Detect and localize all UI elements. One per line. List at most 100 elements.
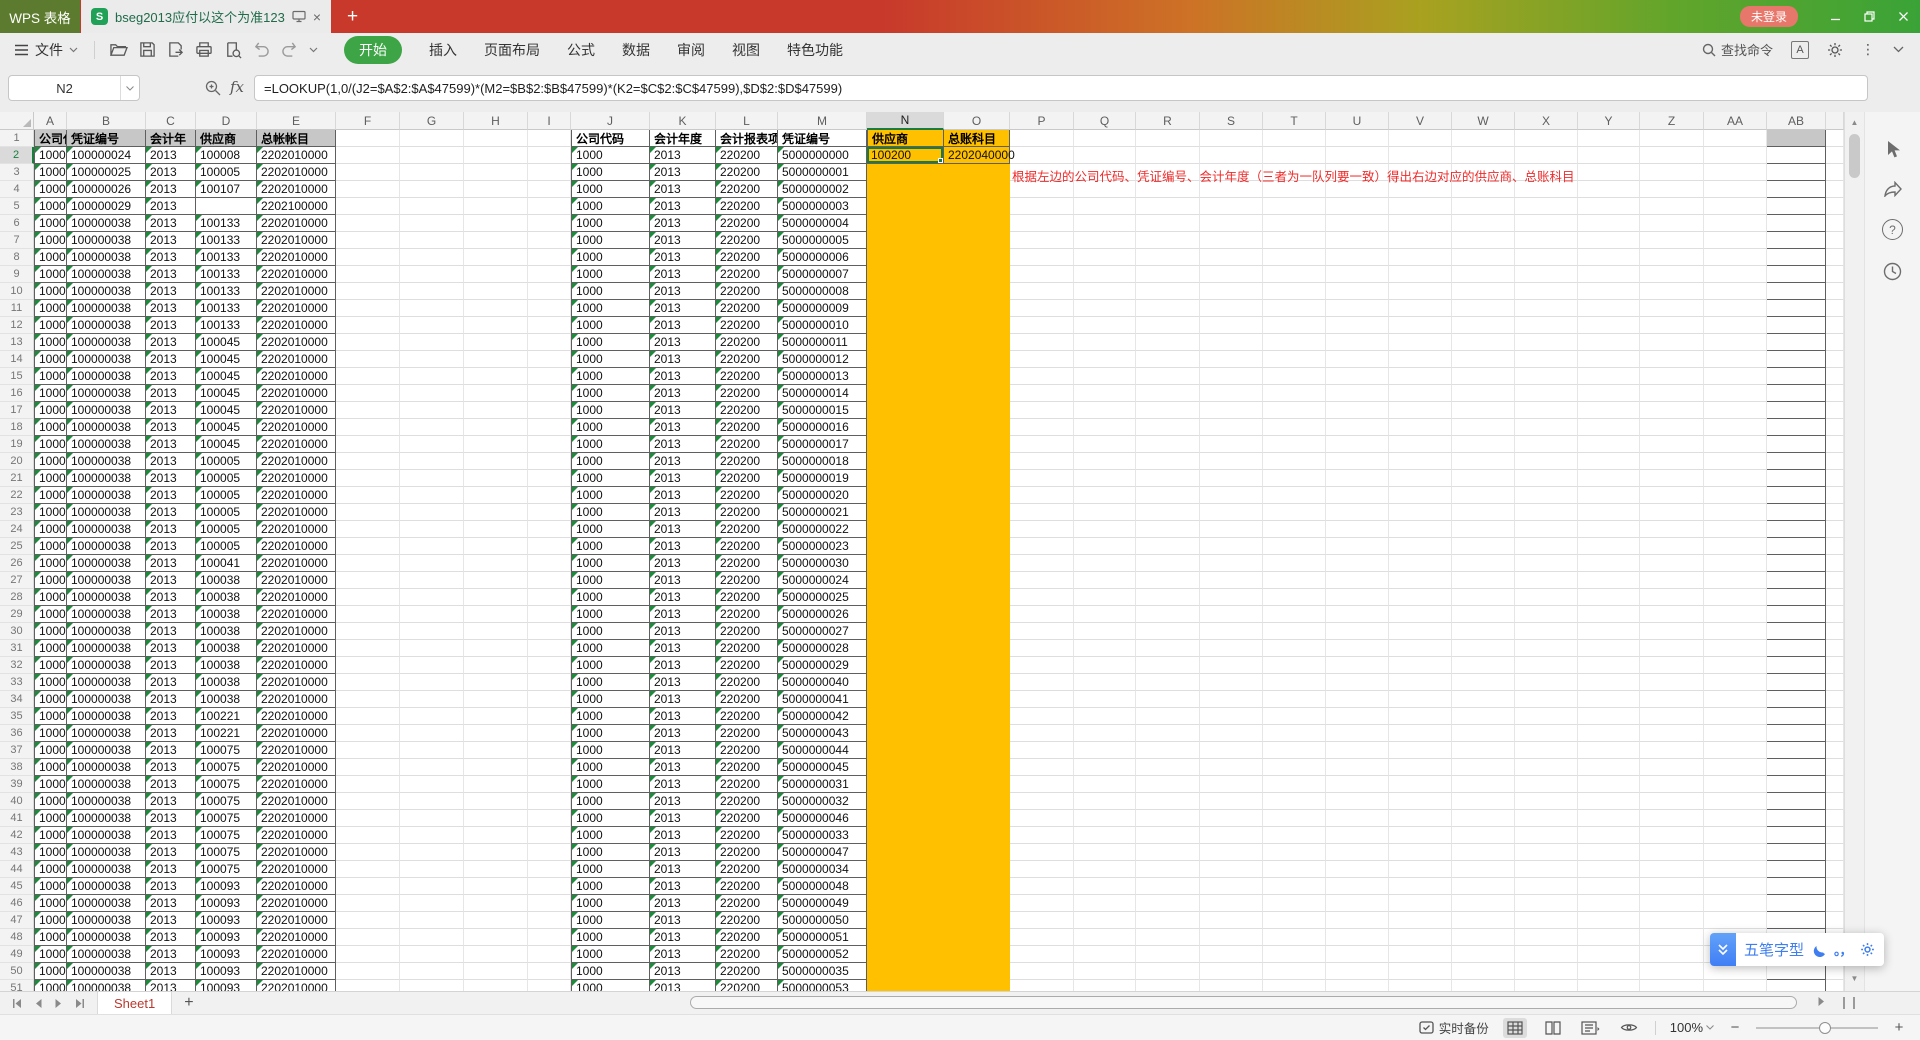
row-header-14[interactable]: 14 <box>0 351 34 368</box>
cell-partial-46[interactable] <box>1826 895 1844 912</box>
cell-G20[interactable] <box>400 453 464 470</box>
column-header-Z[interactable]: Z <box>1640 112 1704 130</box>
cell-I39[interactable] <box>528 776 571 793</box>
cell-Z19[interactable] <box>1640 436 1704 453</box>
cell-S8[interactable] <box>1200 249 1263 266</box>
cell-M13[interactable]: 5000000011 <box>778 334 867 351</box>
cell-AB10[interactable] <box>1767 283 1826 300</box>
cell-U47[interactable] <box>1326 912 1389 929</box>
cell-C6[interactable]: 2013 <box>146 215 196 232</box>
cell-D42[interactable]: 100075 <box>196 827 257 844</box>
cell-B29[interactable]: 100000038 <box>67 606 146 623</box>
cell-E29[interactable]: 2202010000 <box>257 606 336 623</box>
cell-O36[interactable] <box>944 725 1010 742</box>
cell-AA10[interactable] <box>1704 283 1767 300</box>
ime-punctuation-icon[interactable]: 。， <box>1834 940 1852 959</box>
cell-H10[interactable] <box>464 283 528 300</box>
cell-Z41[interactable] <box>1640 810 1704 827</box>
cell-partial-19[interactable] <box>1826 436 1844 453</box>
cell-M40[interactable]: 5000000032 <box>778 793 867 810</box>
cell-S43[interactable] <box>1200 844 1263 861</box>
settings-gear-icon[interactable] <box>1827 42 1843 58</box>
cell-A38[interactable]: 1000 <box>34 759 67 776</box>
cell-D41[interactable]: 100075 <box>196 810 257 827</box>
cell-N20[interactable] <box>867 453 944 470</box>
cell-I47[interactable] <box>528 912 571 929</box>
cell-Y2[interactable] <box>1578 147 1640 164</box>
cell-K33[interactable]: 2013 <box>650 674 716 691</box>
cell-V36[interactable] <box>1389 725 1452 742</box>
cell-T8[interactable] <box>1263 249 1326 266</box>
cell-C14[interactable]: 2013 <box>146 351 196 368</box>
cell-I19[interactable] <box>528 436 571 453</box>
cell-X7[interactable] <box>1515 232 1578 249</box>
cell-H25[interactable] <box>464 538 528 555</box>
cell-W8[interactable] <box>1452 249 1515 266</box>
cell-partial-13[interactable] <box>1826 334 1844 351</box>
cell-J28[interactable]: 1000 <box>571 589 650 606</box>
cell-F20[interactable] <box>336 453 400 470</box>
cell-G24[interactable] <box>400 521 464 538</box>
cell-U46[interactable] <box>1326 895 1389 912</box>
cell-Y26[interactable] <box>1578 555 1640 572</box>
cell-X1[interactable] <box>1515 130 1578 147</box>
new-tab-button[interactable]: + <box>331 0 374 33</box>
cell-K4[interactable]: 2013 <box>650 181 716 198</box>
cell-V46[interactable] <box>1389 895 1452 912</box>
cell-AB44[interactable] <box>1767 861 1826 878</box>
cell-B10[interactable]: 100000038 <box>67 283 146 300</box>
cell-T9[interactable] <box>1263 266 1326 283</box>
cell-S36[interactable] <box>1200 725 1263 742</box>
undo-icon[interactable] <box>253 42 270 57</box>
cell-S11[interactable] <box>1200 300 1263 317</box>
cell-R43[interactable] <box>1136 844 1200 861</box>
cell-R32[interactable] <box>1136 657 1200 674</box>
cell-N17[interactable] <box>867 402 944 419</box>
cell-J6[interactable]: 1000 <box>571 215 650 232</box>
cell-H12[interactable] <box>464 317 528 334</box>
cell-X18[interactable] <box>1515 419 1578 436</box>
cell-H49[interactable] <box>464 946 528 963</box>
cell-T11[interactable] <box>1263 300 1326 317</box>
cell-K41[interactable]: 2013 <box>650 810 716 827</box>
cell-A21[interactable]: 1000 <box>34 470 67 487</box>
cell-W44[interactable] <box>1452 861 1515 878</box>
cell-A11[interactable]: 1000 <box>34 300 67 317</box>
cell-R34[interactable] <box>1136 691 1200 708</box>
cell-P16[interactable] <box>1010 385 1074 402</box>
cell-G34[interactable] <box>400 691 464 708</box>
cell-M37[interactable]: 5000000044 <box>778 742 867 759</box>
cell-W41[interactable] <box>1452 810 1515 827</box>
cell-Q21[interactable] <box>1074 470 1136 487</box>
cell-V18[interactable] <box>1389 419 1452 436</box>
cell-L4[interactable]: 220200 <box>716 181 778 198</box>
cell-L23[interactable]: 220200 <box>716 504 778 521</box>
cell-F32[interactable] <box>336 657 400 674</box>
cell-J3[interactable]: 1000 <box>571 164 650 181</box>
cell-U34[interactable] <box>1326 691 1389 708</box>
cell-K46[interactable]: 2013 <box>650 895 716 912</box>
cell-O21[interactable] <box>944 470 1010 487</box>
column-header-B[interactable]: B <box>67 112 146 130</box>
cell-R11[interactable] <box>1136 300 1200 317</box>
cell-A36[interactable]: 1000 <box>34 725 67 742</box>
cell-Z18[interactable] <box>1640 419 1704 436</box>
cell-H21[interactable] <box>464 470 528 487</box>
cell-G11[interactable] <box>400 300 464 317</box>
cell-I12[interactable] <box>528 317 571 334</box>
cell-R49[interactable] <box>1136 946 1200 963</box>
cell-AA31[interactable] <box>1704 640 1767 657</box>
cell-O9[interactable] <box>944 266 1010 283</box>
cell-G4[interactable] <box>400 181 464 198</box>
restore-button[interactable] <box>1852 0 1886 33</box>
cell-G30[interactable] <box>400 623 464 640</box>
cell-Q18[interactable] <box>1074 419 1136 436</box>
cell-J37[interactable]: 1000 <box>571 742 650 759</box>
cell-Q43[interactable] <box>1074 844 1136 861</box>
cell-O33[interactable] <box>944 674 1010 691</box>
cell-H22[interactable] <box>464 487 528 504</box>
cell-R37[interactable] <box>1136 742 1200 759</box>
cell-partial-14[interactable] <box>1826 351 1844 368</box>
cell-O15[interactable] <box>944 368 1010 385</box>
cell-Q36[interactable] <box>1074 725 1136 742</box>
